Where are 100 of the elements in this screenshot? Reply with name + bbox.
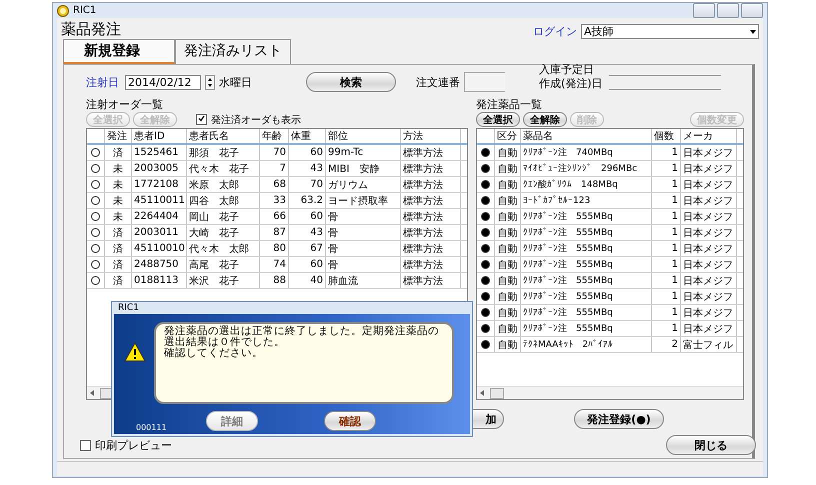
scroll-left-arrow-icon[interactable] <box>480 390 484 396</box>
tab[interactable]: 発注済みリスト <box>175 39 291 64</box>
radio-button[interactable] <box>481 228 490 237</box>
button[interactable]: 全選択 <box>476 112 520 127</box>
table-cell: 45110011 <box>132 193 187 208</box>
table-cell: 四谷 太郎 <box>187 193 260 208</box>
dialog-message: 発注薬品の選出は正常に終了しました。定期発注薬品の選出結果は０件でした。 <box>164 326 440 348</box>
app-logo-icon <box>57 4 69 16</box>
table-cell: 2488750 <box>132 257 187 272</box>
table-cell: 標準方法 <box>401 177 461 192</box>
column-header[interactable]: 患者氏名 <box>187 129 260 143</box>
checkbox-label: 印刷プレビュー <box>95 438 172 452</box>
button[interactable]: 確認 <box>324 411 376 431</box>
radio-button[interactable] <box>481 260 490 269</box>
table-cell: 1 <box>652 305 681 320</box>
radio-button[interactable] <box>91 212 100 221</box>
radio-button[interactable] <box>481 292 490 301</box>
login-dropdown[interactable]: A技師 <box>581 24 759 39</box>
table-cell: ｸﾘｱﾎﾞｰﾝ注 555MBq <box>521 273 652 288</box>
button[interactable]: 全解除 <box>523 112 567 127</box>
table-cell: ｸﾘｱﾎﾞｰﾝ注 555MBq <box>521 209 652 224</box>
table-cell: 日本メジフ <box>681 161 737 176</box>
column-header[interactable]: 区分 <box>495 129 521 143</box>
table-cell: 43 <box>289 225 326 240</box>
radio-button[interactable] <box>481 308 490 317</box>
table-cell: 74 <box>260 257 289 272</box>
table-cell: 1 <box>652 161 681 176</box>
column-header[interactable]: 薬品名 <box>521 129 652 143</box>
table-cell: ｸﾘｱﾎﾞｰﾝ注 555MBq <box>521 241 652 256</box>
radio-button[interactable] <box>481 212 490 221</box>
close-button[interactable] <box>741 3 763 18</box>
close-button[interactable]: 閉じる <box>666 435 756 455</box>
table-cell: 1 <box>652 209 681 224</box>
message-code: 000111 <box>136 422 168 432</box>
scrollbar[interactable] <box>477 386 743 399</box>
column-header[interactable]: 発注 <box>105 129 132 143</box>
radio-button[interactable] <box>91 260 100 269</box>
radio-button[interactable] <box>91 276 100 285</box>
table-cell: 63.2 <box>289 193 326 208</box>
date-field[interactable]: 2014/02/12 <box>125 74 201 90</box>
radio-button[interactable] <box>481 244 490 253</box>
minimize-button[interactable] <box>693 3 715 18</box>
table-cell: 70 <box>289 177 326 192</box>
table-cell: 自動 <box>495 273 521 288</box>
radio-button[interactable] <box>481 324 490 333</box>
radio-button[interactable] <box>91 228 100 237</box>
radio-button[interactable] <box>481 148 490 157</box>
table-cell: 日本メジフ <box>681 289 737 304</box>
column-header[interactable]: 体重 <box>289 129 326 143</box>
column-header[interactable]: 部位 <box>326 129 401 143</box>
column-header[interactable]: メーカ <box>681 129 737 143</box>
order-number-field[interactable] <box>464 72 505 92</box>
radio-button[interactable] <box>91 164 100 173</box>
table-cell: 自動 <box>495 289 521 304</box>
table-cell: 2003011 <box>132 225 187 240</box>
radio-button[interactable] <box>481 276 490 285</box>
checkbox[interactable] <box>80 440 91 450</box>
radio-button[interactable] <box>91 196 100 205</box>
table-cell: ヨード摂取率 <box>326 193 401 208</box>
radio-button[interactable] <box>481 164 490 173</box>
table-cell: ｸﾘｱﾎﾞｰﾝ注 555MBq <box>521 257 652 272</box>
scrollbar-thumb[interactable] <box>490 388 504 398</box>
radio-button[interactable] <box>481 196 490 205</box>
table-cell: 標準方法 <box>401 225 461 240</box>
table-cell: 自動 <box>495 337 521 352</box>
table-cell: 自動 <box>495 225 521 240</box>
column-header[interactable]: 年齢 <box>260 129 289 143</box>
tab[interactable]: 新規登録 <box>63 39 175 64</box>
table-cell: 1525461 <box>132 145 187 160</box>
warning-icon <box>124 342 146 362</box>
radio-button[interactable] <box>91 148 100 157</box>
register-button[interactable]: 発注登録(●) <box>574 409 664 429</box>
column-header[interactable]: 個数 <box>652 129 681 143</box>
spinner-icon[interactable] <box>205 74 215 90</box>
column-header[interactable]: 方法 <box>401 129 461 143</box>
table-cell: 7 <box>260 161 289 176</box>
radio-button[interactable] <box>481 180 490 189</box>
table-cell: 60 <box>289 257 326 272</box>
table-cell: 88 <box>260 273 289 288</box>
table-cell: 1 <box>652 273 681 288</box>
table-cell: 日本メジフ <box>681 305 737 320</box>
table-cell: 1 <box>652 225 681 240</box>
table-cell: ｸﾘｱﾎﾞｰﾝ注 555MBq <box>521 305 652 320</box>
table-cell: ﾃｸﾈMAAｷｯﾄ 2ﾊﾞｲｱﾙ <box>521 337 652 352</box>
table-cell: 標準方法 <box>401 257 461 272</box>
table-cell: 1 <box>652 289 681 304</box>
scroll-left-arrow-icon[interactable] <box>90 390 94 396</box>
table-cell: 済 <box>105 241 132 256</box>
table-cell: 1772108 <box>132 177 187 192</box>
column-header[interactable]: 患者ID <box>132 129 187 143</box>
table-cell: ｸﾘｱﾎﾞｰﾝ注 740MBq <box>521 145 652 160</box>
radio-button[interactable] <box>91 180 100 189</box>
table-cell: 標準方法 <box>401 193 461 208</box>
table-cell: 日本メジフ <box>681 193 737 208</box>
maximize-button[interactable] <box>717 3 739 18</box>
radio-button[interactable] <box>91 244 100 253</box>
checkbox[interactable] <box>196 114 207 125</box>
radio-button[interactable] <box>481 340 490 349</box>
table-cell: 骨 <box>326 241 401 256</box>
search-button[interactable]: 検索 <box>306 72 396 92</box>
